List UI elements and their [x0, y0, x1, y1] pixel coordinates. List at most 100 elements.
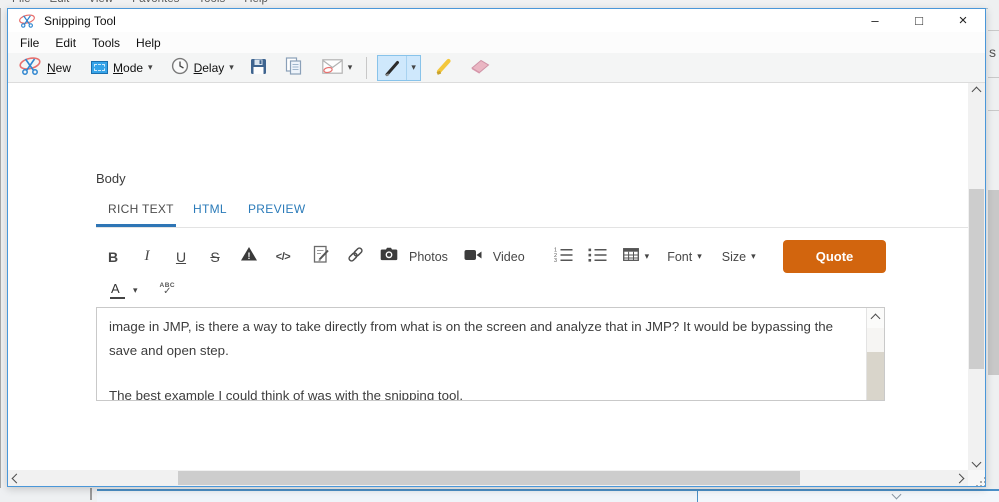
- editor-toolbar-row-1: B I U S ! </>: [96, 239, 886, 274]
- insert-table-button[interactable]: ▾: [615, 248, 658, 266]
- scroll-left-button[interactable]: [8, 470, 25, 486]
- code-sample-icon: [313, 245, 330, 269]
- chevron-left-icon: [12, 473, 22, 483]
- editor-scrollbar[interactable]: [866, 308, 884, 400]
- background-menu-file[interactable]: File: [12, 0, 31, 5]
- background-divider: [988, 77, 999, 78]
- quote-button[interactable]: Quote: [783, 240, 886, 273]
- insert-video-button[interactable]: Video: [456, 248, 533, 266]
- editor-scrollbar-thumb[interactable]: [867, 352, 884, 400]
- background-text-fragment: s: [989, 44, 996, 60]
- scroll-up-button[interactable]: [968, 83, 985, 100]
- window-vertical-scrollbar[interactable]: [968, 83, 985, 471]
- mode-rectangle-icon: [91, 61, 108, 74]
- background-page-right-strip: s: [988, 0, 999, 500]
- background-menu-tools[interactable]: Tools: [198, 0, 225, 5]
- eraser-button[interactable]: [463, 56, 497, 79]
- inline-code-button[interactable]: </>: [266, 251, 300, 263]
- chevron-down-icon[interactable]: ▾: [348, 63, 353, 72]
- grip-dots-icon: [980, 481, 982, 483]
- link-icon: [346, 245, 365, 269]
- italic-button[interactable]: I: [130, 248, 164, 265]
- ordered-list-button[interactable]: 1 2 3: [547, 247, 581, 267]
- titlebar[interactable]: Snipping Tool – □ ×: [8, 9, 985, 32]
- background-menu-help[interactable]: Help: [244, 0, 268, 5]
- insert-link-button[interactable]: [338, 245, 372, 269]
- bullet-list-button[interactable]: [581, 247, 615, 267]
- pen-tool-button[interactable]: ▾: [377, 55, 421, 81]
- background-panel-edge: [97, 489, 697, 502]
- email-envelope-icon: [322, 59, 343, 77]
- chevron-down-icon: ▾: [697, 252, 702, 261]
- body-field-label: Body: [96, 171, 126, 186]
- underline-icon: U: [176, 249, 186, 265]
- background-menu-view[interactable]: View: [88, 0, 113, 5]
- bold-button[interactable]: B: [96, 249, 130, 265]
- delay-button[interactable]: Delay ▾: [165, 55, 240, 80]
- copy-icon: [285, 57, 302, 78]
- warning-triangle-icon: !: [240, 246, 258, 267]
- message-body-editor[interactable]: image in JMP, is there a way to take dir…: [96, 307, 885, 401]
- text-color-icon: A: [110, 281, 125, 299]
- horizontal-scrollbar-thumb[interactable]: [178, 471, 800, 485]
- spoiler-button[interactable]: !: [232, 246, 266, 267]
- resize-grip[interactable]: [968, 470, 985, 486]
- table-icon: [623, 248, 639, 266]
- pen-options-dropdown[interactable]: ▾: [406, 56, 420, 80]
- chevron-down-icon: ▾: [751, 252, 756, 261]
- scissors-icon: [18, 56, 42, 79]
- minimize-button[interactable]: –: [853, 9, 897, 32]
- email-button[interactable]: ▾: [316, 57, 359, 79]
- eraser-icon: [469, 58, 491, 77]
- spellcheck-button[interactable]: ABC ✓: [160, 283, 176, 298]
- scroll-down-button[interactable]: [968, 454, 985, 471]
- tab-rich-text[interactable]: RICH TEXT: [108, 202, 174, 216]
- editor-scroll-up-button[interactable]: [867, 308, 884, 328]
- window-horizontal-scrollbar[interactable]: [8, 470, 968, 486]
- font-dropdown[interactable]: Font ▾: [657, 250, 712, 264]
- chevron-down-icon: ▾: [411, 63, 416, 72]
- background-menu-edit[interactable]: Edit: [50, 0, 70, 5]
- chevron-down-icon[interactable]: ▾: [148, 63, 153, 72]
- close-button[interactable]: ×: [941, 9, 985, 32]
- camera-icon: [380, 247, 398, 266]
- pen-icon: [378, 56, 406, 80]
- mode-button[interactable]: Mode ▾: [85, 59, 159, 77]
- vertical-scrollbar-thumb[interactable]: [969, 189, 984, 369]
- maximize-button[interactable]: □: [897, 9, 941, 32]
- mode-label: Mode: [113, 61, 143, 75]
- text-color-button[interactable]: A ▾: [96, 281, 138, 299]
- insert-photos-button[interactable]: Photos: [372, 247, 456, 266]
- strikethrough-button[interactable]: S: [198, 249, 232, 265]
- minimize-icon: –: [871, 13, 878, 28]
- highlighter-button[interactable]: [427, 54, 459, 81]
- size-dropdown[interactable]: Size ▾: [712, 250, 766, 264]
- window-title: Snipping Tool: [44, 14, 116, 28]
- chevron-down-icon[interactable]: ▾: [229, 63, 234, 72]
- svg-text:!: !: [248, 251, 251, 261]
- delay-label: Delay: [194, 61, 225, 75]
- background-scrollbar-thumb[interactable]: [988, 190, 999, 375]
- copy-button[interactable]: [279, 55, 308, 80]
- underline-button[interactable]: U: [164, 249, 198, 265]
- snipping-tool-logo-icon: [18, 13, 36, 29]
- menu-edit[interactable]: Edit: [47, 34, 84, 52]
- background-page-bottom-strip: [0, 488, 999, 500]
- menu-help[interactable]: Help: [128, 34, 169, 52]
- tab-preview[interactable]: PREVIEW: [248, 202, 305, 216]
- background-menu-favorites[interactable]: Favorites: [132, 0, 179, 5]
- svg-text:3: 3: [554, 258, 557, 262]
- chevron-up-icon: [972, 87, 982, 97]
- font-label: Font: [667, 250, 692, 264]
- menu-tools[interactable]: Tools: [84, 34, 128, 52]
- message-body-text[interactable]: image in JMP, is there a way to take dir…: [97, 308, 867, 400]
- save-button[interactable]: [244, 56, 273, 80]
- tab-html[interactable]: HTML: [193, 202, 227, 216]
- tab-divider: [96, 227, 968, 228]
- insert-code-sample-button[interactable]: [304, 245, 338, 269]
- scroll-right-button[interactable]: [951, 470, 968, 486]
- new-snip-button[interactable]: New: [12, 54, 77, 81]
- numbered-list-icon: 1 2 3: [554, 247, 573, 267]
- menu-file[interactable]: File: [8, 34, 47, 52]
- background-panel-edge: [697, 489, 999, 502]
